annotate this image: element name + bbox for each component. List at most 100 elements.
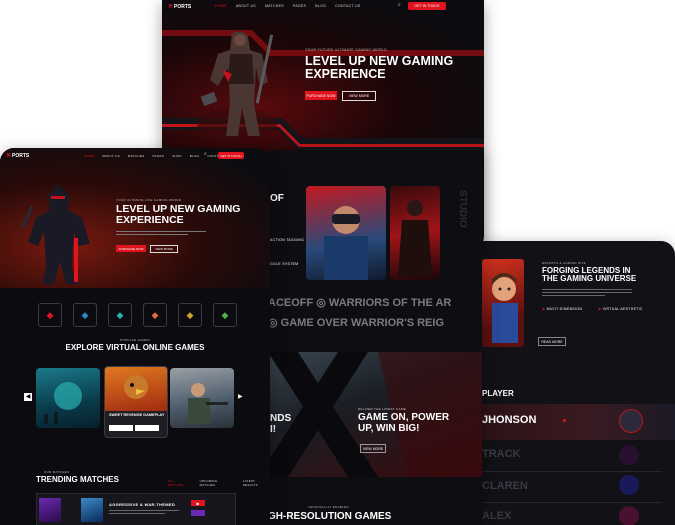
feature-2-label: VIRTUAL AESTHETIC (602, 307, 643, 311)
player-4-avatar (619, 506, 639, 525)
game-card-3-image[interactable] (170, 368, 234, 428)
carousel-next-icon[interactable]: ▶ (238, 393, 243, 400)
hero-image-boy (482, 259, 524, 347)
hero-kicker: YOUR FUTURE ULTIMATE GAMING WORLD (305, 48, 388, 52)
front-nav-home[interactable]: HOME (84, 154, 94, 158)
player-name-2[interactable]: TRACK (482, 448, 521, 461)
get-in-touch-button[interactable]: GET IN TOUCH (408, 2, 446, 10)
banner-view-more-button[interactable]: VIEW MORE (360, 444, 386, 453)
match-title: AGGRESSIVE & WAR-THEMED (109, 502, 176, 507)
front-view-more-button[interactable]: VIEW MORE (150, 245, 178, 253)
bottom-title: GH-RESOLUTION GAMES (268, 511, 392, 522)
tab-upcoming-matches[interactable]: UPCOMING MATCHES (200, 479, 233, 487)
game-badges-row: ◆ ◆ ◆ ◆ ◆ ◆ (38, 303, 237, 327)
feature-2-icon: ◉ (598, 307, 602, 311)
front-get-in-touch-button[interactable]: GET IN TOUCH (218, 152, 244, 159)
front-hero-kicker: YOUR ULTIMATE LIVE GAMING WORLD (116, 198, 182, 202)
badge-4-icon[interactable]: ◆ (143, 303, 167, 327)
right-site-window: ESPORTS & GAMING SITE FORGING LEGENDS IN… (468, 241, 675, 525)
player-1-red-dot-icon (563, 419, 566, 422)
banner-kicker: DELIVER THE LATEST GAME (358, 407, 407, 411)
view-more-label: VIEW MORE (348, 94, 370, 98)
match-image-1 (39, 498, 61, 522)
purchase-now-label: PURCHASE NOW (306, 93, 336, 98)
twitch-button[interactable] (191, 510, 205, 516)
read-more-button[interactable]: READ MORE (538, 337, 566, 346)
player-heading: PLAYER (482, 389, 514, 398)
player-1-avatar (619, 409, 643, 433)
banner-left-line-1: NDS (270, 413, 292, 424)
trending-tabs: ALL MATCHES UPCOMING MATCHES LATEST RESU… (168, 479, 270, 487)
middle-site-window: OF ACTION TAGGING GGLE SYSTEM STUDIO ACE… (268, 150, 482, 525)
front-nav-blog[interactable]: BLOG (190, 154, 200, 158)
nav-home[interactable]: HOME (215, 4, 227, 8)
feature-toggle-system: GGLE SYSTEM (270, 262, 299, 266)
banner-left-line-2: I! (270, 423, 277, 435)
feature-virtual-aesthetic: ◉ VIRTUAL AESTHETIC (598, 307, 643, 311)
player-2-avatar (619, 445, 639, 465)
game-card-1-image[interactable] (36, 368, 100, 428)
hero-title: LEVEL UP NEW GAMING EXPERIENCE (305, 54, 453, 81)
tab-all-matches[interactable]: ALL MATCHES (168, 479, 190, 487)
match-image-2 (81, 498, 103, 522)
player-name-1[interactable]: JHONSON (482, 414, 536, 427)
banner-left-text: NDS I! (270, 413, 292, 435)
front-nav-pages[interactable]: PAGES (152, 154, 164, 158)
logo-mark-icon: ✕ (168, 4, 174, 10)
carousel-prev-icon[interactable]: ◀ (24, 393, 32, 401)
play-store-badge[interactable] (135, 425, 159, 431)
read-more-label: READ MORE (541, 339, 563, 344)
main-nav: HOME ABOUT US MATCHES PAGES BLOG CONTACT… (215, 4, 370, 8)
banner-view-more-label: VIEW MORE (362, 446, 384, 451)
store-badges (109, 425, 159, 431)
badge-2-icon[interactable]: ◆ (73, 303, 97, 327)
front-search-icon[interactable]: ⌕ (204, 151, 207, 157)
game-banner: NDS I! DELIVER THE LATEST GAME GAME ON, … (268, 352, 482, 477)
front-nav-shop[interactable]: SHOP (172, 154, 182, 158)
nav-contact[interactable]: CONTACT US (335, 4, 360, 8)
nav-about[interactable]: ABOUT US (236, 4, 256, 8)
front-hero-title-line-2: EXPERIENCE (116, 214, 184, 227)
front-nav-matches[interactable]: MATCHES (128, 154, 145, 158)
nav-blog[interactable]: BLOG (315, 4, 326, 8)
view-more-button[interactable]: VIEW MORE (342, 91, 376, 101)
match-description (109, 510, 179, 514)
teal-creature-icon (44, 382, 82, 424)
nav-pages[interactable]: PAGES (293, 4, 306, 8)
feature-1-icon: ◉ (542, 307, 546, 311)
front-view-more-label: VIEW MORE (155, 247, 173, 251)
eagle-icon (124, 375, 148, 399)
game-card-2[interactable]: SWEET REVENGE GAMEPLAY (104, 366, 168, 438)
knight-figure-icon (398, 200, 432, 276)
feature-multi-dimension: ◉ MULTI DIMENSION (542, 307, 582, 311)
explore-title: EXPLORE VIRTUAL ONLINE GAMES (65, 343, 205, 352)
match-card[interactable]: AGGRESSIVE & WAR-THEMED ▶ (36, 493, 236, 525)
front-hero-title: LEVEL UP NEW GAMING EXPERIENCE (116, 203, 240, 227)
youtube-button[interactable]: ▶ (191, 500, 205, 506)
front-logo-text[interactable]: PORTS (12, 153, 29, 159)
game-card-2-title: SWEET REVENGE GAMEPLAY (109, 413, 165, 417)
cartoon-character-icon (492, 273, 518, 343)
right-kicker: ESPORTS & GAMING SITE (542, 261, 586, 265)
badge-1-icon[interactable]: ◆ (38, 303, 62, 327)
app-store-badge[interactable] (109, 425, 133, 431)
purchase-now-button[interactable]: PURCHASE NOW (305, 91, 337, 100)
banner-title-line-1: GAME ON, POWER (358, 412, 450, 423)
logo-text[interactable]: PORTS (174, 4, 191, 10)
front-purchase-now-button[interactable]: PURCHASE NOW (116, 245, 146, 252)
badge-6-icon[interactable]: ◆ (213, 303, 237, 327)
front-main-nav: HOME ABOUT US MATCHES PAGES SHOP BLOG CO… (84, 154, 239, 158)
right-paragraph-lines (542, 289, 632, 296)
tab-latest-results[interactable]: LATEST RESULTS (243, 479, 270, 487)
badge-3-icon[interactable]: ◆ (108, 303, 132, 327)
row-separators (482, 471, 662, 503)
explore-kicker: POPULAR GAMES (120, 338, 150, 342)
nav-matches[interactable]: MATCHES (265, 4, 284, 8)
vr-headset-icon (324, 206, 368, 280)
front-nav-about[interactable]: ABOUT US (102, 154, 120, 158)
eagle-image (105, 367, 167, 411)
player-name-4[interactable]: ALEX (482, 510, 511, 523)
search-icon[interactable]: ⌕ (398, 2, 401, 8)
vr-player-image (306, 186, 386, 280)
badge-5-icon[interactable]: ◆ (178, 303, 202, 327)
